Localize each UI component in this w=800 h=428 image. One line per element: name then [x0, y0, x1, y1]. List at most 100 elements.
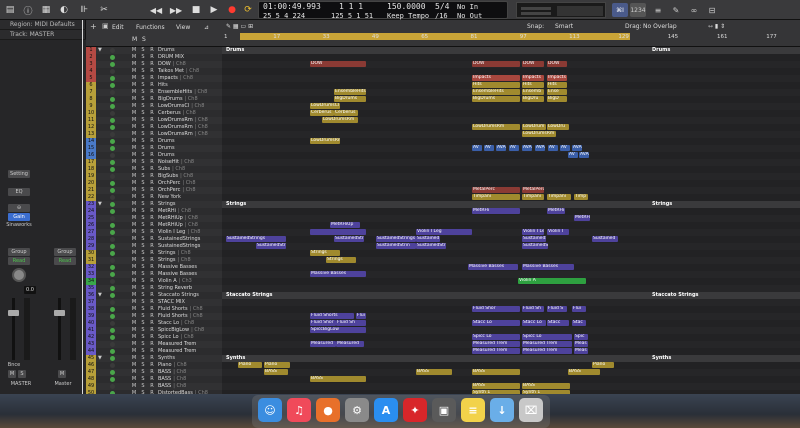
- midi-region[interactable]: Impacts: [472, 75, 520, 81]
- midi-region[interactable]: Ensemb: [522, 89, 544, 95]
- mute-button[interactable]: M: [130, 173, 138, 180]
- midi-region[interactable]: LowDrum: [522, 124, 546, 130]
- fast-forward-button[interactable]: ▶▶: [168, 3, 184, 17]
- record-enable-button[interactable]: R: [148, 208, 156, 215]
- solo-button[interactable]: S: [139, 271, 147, 278]
- track-on-icon[interactable]: [110, 216, 115, 221]
- solo-button[interactable]: S: [139, 278, 147, 285]
- global-mute[interactable]: M: [132, 36, 137, 43]
- track-name[interactable]: STACC MIX: [156, 299, 222, 306]
- midi-region[interactable]: Fluid S: [547, 306, 567, 312]
- solo-button[interactable]: S: [139, 348, 147, 355]
- track-header-row[interactable]: 35 M S R String Reverb: [86, 285, 222, 292]
- midi-region[interactable]: MetRHi: [547, 208, 565, 214]
- track-name[interactable]: Drums: [156, 47, 222, 54]
- snap-value[interactable]: Smart: [555, 23, 573, 30]
- midi-region[interactable]: Massive Basses: [468, 264, 518, 270]
- midi-region[interactable]: Flui: [356, 313, 366, 319]
- track-name[interactable]: LowDrumsRm | Ch8: [156, 124, 222, 131]
- track-header-row[interactable]: 39 M S R Fluid Shorts | Ch8: [86, 313, 222, 320]
- track-on-icon[interactable]: [110, 384, 115, 389]
- mute-button[interactable]: M: [130, 61, 138, 68]
- dock-downloads-icon[interactable]: ↓: [490, 398, 514, 422]
- midi-region[interactable]: Piano: [592, 362, 614, 368]
- solo-button[interactable]: S: [139, 341, 147, 348]
- browser-icon[interactable]: ⊟: [704, 3, 720, 17]
- midi-region[interactable]: Stac: [572, 320, 586, 326]
- track-on-icon[interactable]: [110, 279, 115, 284]
- midi-region[interactable]: SustainedStrin: [376, 243, 416, 249]
- inspector-region-header[interactable]: Region: MIDI Defaults: [0, 20, 86, 30]
- record-enable-button[interactable]: R: [148, 194, 156, 201]
- track-header-row[interactable]: 43 M S R Measured Trem: [86, 341, 222, 348]
- solo-button[interactable]: S: [139, 299, 147, 306]
- group-right-button[interactable]: Group: [54, 248, 76, 256]
- inspector-icon[interactable]: ⓘ: [20, 3, 36, 17]
- midi-region[interactable]: AV: [568, 152, 578, 158]
- midi-region[interactable]: LowDrumsRm: [310, 138, 340, 144]
- track-on-icon[interactable]: [110, 286, 115, 291]
- record-enable-button[interactable]: R: [148, 124, 156, 131]
- track-name[interactable]: Taikos Met | Ch8: [156, 68, 222, 75]
- midi-region[interactable]: BigDru: [522, 96, 544, 102]
- record-enable-button[interactable]: R: [148, 89, 156, 96]
- track-header-row[interactable]: 36 ▼ M S R Staccato Strings: [86, 292, 222, 299]
- track-on-icon[interactable]: [110, 104, 115, 109]
- solo-button[interactable]: S: [139, 383, 147, 390]
- solo-button[interactable]: S: [139, 208, 147, 215]
- solo-button[interactable]: S: [139, 166, 147, 173]
- track-header-row[interactable]: 8 M S R BigDrums | Ch8: [86, 96, 222, 103]
- record-enable-button[interactable]: R: [148, 145, 156, 152]
- solo-button[interactable]: S: [139, 75, 147, 82]
- track-lane[interactable]: [222, 327, 800, 334]
- record-enable-button[interactable]: R: [148, 103, 156, 110]
- folder-disclosure-icon[interactable]: ▼: [98, 47, 102, 54]
- track-on-icon[interactable]: [110, 321, 115, 326]
- mute-button[interactable]: M: [130, 341, 138, 348]
- track-name[interactable]: Spicc Lo | Ch8: [156, 334, 222, 341]
- track-name[interactable]: Fluid Shorts | Ch8: [156, 313, 222, 320]
- mute-button[interactable]: M: [130, 278, 138, 285]
- track-header-row[interactable]: 47 M S R BASS | Ch8: [86, 369, 222, 376]
- solo-button[interactable]: S: [139, 285, 147, 292]
- track-name[interactable]: Violin I Leg | Ch8: [156, 229, 222, 236]
- mute-button[interactable]: M: [130, 82, 138, 89]
- mute-button[interactable]: M: [130, 334, 138, 341]
- midi-region[interactable]: BASS: [310, 376, 366, 382]
- midi-region[interactable]: Measured Trem: [522, 348, 572, 354]
- solo-left[interactable]: S: [18, 370, 26, 378]
- track-name[interactable]: String Reverb: [156, 285, 222, 292]
- mixer-icon[interactable]: ⊪: [76, 3, 92, 17]
- midi-region[interactable]: Cerberus: [334, 110, 358, 116]
- mute-button[interactable]: M: [130, 194, 138, 201]
- midi-region[interactable]: BASS: [522, 383, 570, 389]
- dock-music-icon[interactable]: ♫: [287, 398, 311, 422]
- midi-region[interactable]: Strings: [310, 250, 340, 256]
- midi-region[interactable]: MetalPerc: [472, 187, 520, 193]
- midi-region[interactable]: BASS: [416, 369, 452, 375]
- track-lane[interactable]: [222, 152, 800, 159]
- mute-left[interactable]: M: [8, 370, 16, 378]
- track-header-row[interactable]: 12 M S R LowDrumsRm | Ch8: [86, 124, 222, 131]
- record-enable-button[interactable]: R: [148, 327, 156, 334]
- track-name[interactable]: Drums: [156, 138, 222, 145]
- solo-button[interactable]: S: [139, 152, 147, 159]
- track-header-row[interactable]: 29 M S R SustainedStrings: [86, 243, 222, 250]
- solo-button[interactable]: S: [139, 180, 147, 187]
- midi-region[interactable]: Violin I Leg: [416, 229, 472, 235]
- solo-button[interactable]: S: [139, 124, 147, 131]
- record-enable-button[interactable]: R: [148, 250, 156, 257]
- mute-button[interactable]: M: [130, 327, 138, 334]
- track-header-row[interactable]: 5 M S R Impacts | Ch8: [86, 75, 222, 82]
- record-enable-button[interactable]: R: [148, 264, 156, 271]
- midi-region[interactable]: Hits: [547, 82, 567, 88]
- midi-region[interactable]: Violin I Le: [522, 229, 544, 235]
- midi-region[interactable]: BASS: [568, 369, 600, 375]
- mute-button[interactable]: M: [130, 96, 138, 103]
- track-on-icon[interactable]: [110, 230, 115, 235]
- track-name[interactable]: Hits: [156, 82, 222, 89]
- track-on-icon[interactable]: [110, 307, 115, 312]
- midi-region[interactable]: Fluid Sh: [336, 320, 366, 326]
- inspector-track-header[interactable]: Track: MASTER: [0, 30, 86, 40]
- track-lane[interactable]: [222, 215, 800, 222]
